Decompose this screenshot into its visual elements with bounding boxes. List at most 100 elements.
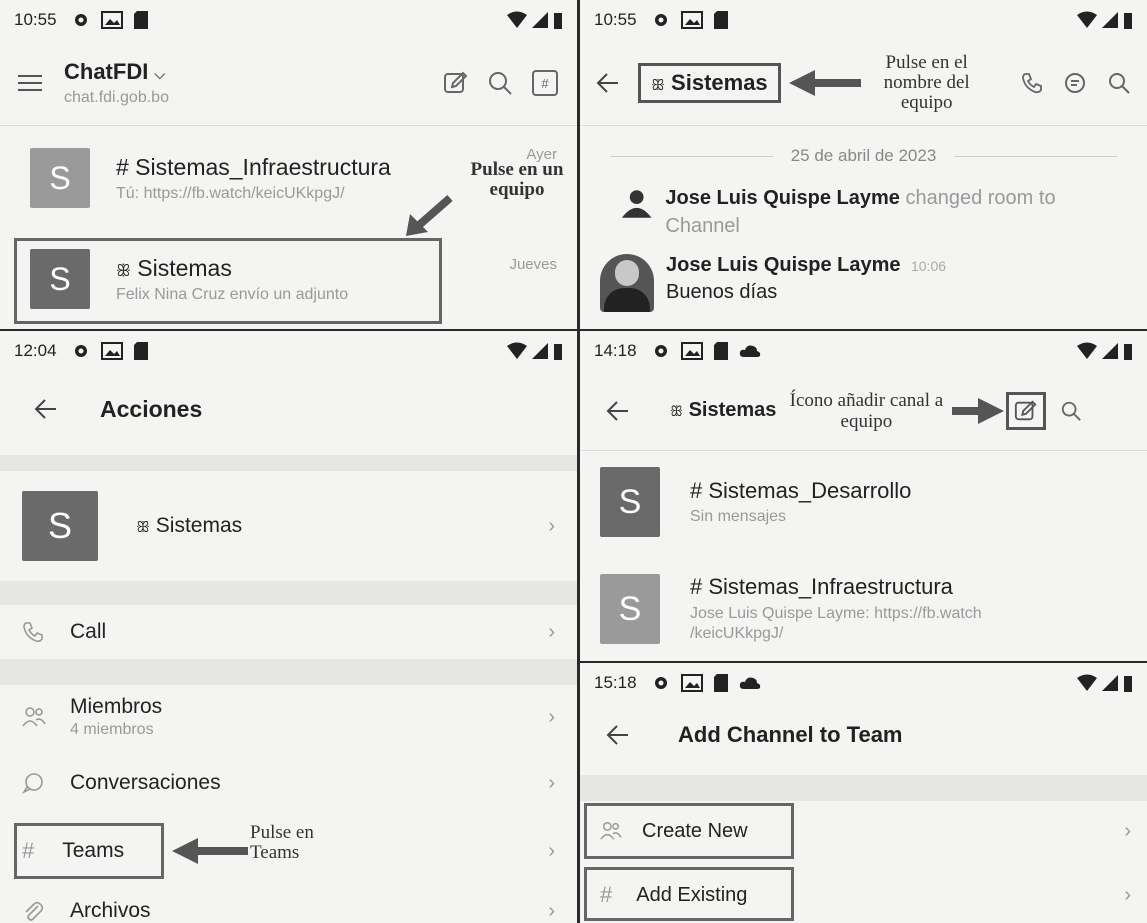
channel-name: Sistemas_Desarrollo — [708, 478, 912, 503]
sd-card-icon — [713, 342, 728, 360]
channel-preview: Jose Luis Quispe Layme: https://fb.watch… — [690, 605, 982, 642]
settings-icon — [654, 677, 667, 689]
add-channel-screen: 15:18 Add Channel to Team Create New › #… — [580, 663, 1147, 923]
sd-card-icon — [713, 11, 728, 29]
action-files[interactable]: Archivos › — [0, 891, 577, 923]
cloud-icon — [739, 345, 760, 357]
highlight-box — [14, 823, 164, 879]
room-title-button[interactable]: ꕥ Sistemas — [638, 62, 781, 103]
team-row[interactable]: S ꕥ Sistemas › — [0, 471, 577, 581]
chat-bubble-icon — [22, 773, 43, 794]
action-label: Call — [70, 620, 107, 643]
team-icon: ꕥ — [136, 519, 150, 536]
cloud-icon — [739, 677, 760, 689]
chat-time: Jueves — [509, 256, 557, 273]
signal-icon — [1102, 675, 1118, 691]
status-time: 12:04 — [14, 341, 57, 360]
app-subtitle: chat.fdi.gob.bo — [64, 88, 169, 106]
gallery-icon — [100, 11, 123, 29]
action-label: Miembros — [70, 695, 163, 718]
action-members[interactable]: Miembros 4 miembros › — [0, 685, 577, 749]
sd-card-icon — [133, 11, 148, 29]
gallery-icon — [680, 11, 703, 29]
gallery-icon — [680, 342, 703, 360]
back-arrow-icon[interactable] — [34, 398, 58, 420]
settings-icon — [654, 345, 667, 357]
status-bar: 15:18 — [580, 663, 1147, 703]
team-name: Sistemas — [155, 514, 243, 537]
team-icon: ꕥ — [651, 76, 665, 94]
edit-icon[interactable] — [443, 70, 469, 96]
search-icon[interactable] — [1060, 400, 1082, 422]
status-bar: 10:55 — [0, 0, 577, 40]
channel-row[interactable]: S # Sistemas_Desarrollo Sin mensajes — [580, 459, 1147, 545]
gallery-icon — [680, 674, 703, 692]
chevron-right-icon: › — [548, 705, 555, 728]
status-time: 15:18 — [594, 673, 637, 692]
app-bar: ChatFDI ⌵ chat.fdi.gob.bo # — [0, 40, 577, 126]
arrow-annotation-icon — [406, 194, 453, 236]
svg-text:#: # — [541, 76, 549, 91]
arrow-annotation-icon — [172, 838, 248, 864]
status-bar: 12:04 — [0, 331, 577, 371]
team-title-button[interactable]: ꕥ Sistemas — [670, 399, 776, 422]
date-divider: 25 de abril de 2023 — [610, 146, 1117, 166]
action-conversations[interactable]: Conversaciones › — [0, 755, 577, 811]
room-screen: 10:55 ꕥ Sistemas Pulse en el nombre del … — [580, 0, 1147, 329]
channel-row[interactable]: S # Sistemas_Infraestructura Jose Luis Q… — [580, 563, 1147, 655]
action-call[interactable]: Call › — [0, 605, 577, 659]
signal-icon — [532, 343, 548, 359]
app-bar: Add Channel to Team — [580, 703, 1147, 767]
phone-icon — [23, 622, 43, 643]
page-title: Sistemas — [688, 399, 777, 421]
chevron-right-icon: › — [548, 620, 555, 643]
avatar: S — [600, 574, 660, 644]
action-label: Archivos — [70, 899, 151, 922]
menu-icon[interactable] — [18, 72, 44, 94]
back-arrow-icon[interactable] — [596, 72, 620, 94]
app-title: ChatFDI — [64, 58, 149, 84]
add-channel-button[interactable] — [1006, 391, 1047, 430]
chevron-right-icon: › — [548, 899, 555, 922]
directory-icon[interactable]: # — [531, 69, 559, 97]
divider — [0, 455, 577, 471]
actions-screen: 12:04 Acciones S ꕥ Sistemas › Call › Mie… — [0, 331, 577, 923]
status-bar: 10:55 — [580, 0, 1147, 40]
search-icon[interactable] — [487, 70, 513, 96]
sd-card-icon — [133, 342, 148, 360]
page-title: Add Channel to Team — [678, 722, 903, 747]
message-author: Jose Luis Quispe Layme — [666, 254, 901, 276]
private-channel-icon: # — [690, 478, 703, 503]
members-icon — [22, 707, 46, 727]
highlight-box — [14, 238, 442, 324]
app-bar: ꕥ Sistemas Pulse en el nombre del equipo — [580, 40, 1147, 126]
battery-icon — [1124, 344, 1132, 360]
status-bar: 14:18 — [580, 331, 1147, 371]
back-arrow-icon[interactable] — [606, 724, 630, 746]
system-message: Jose Luis Quispe Layme changed room to C… — [620, 184, 1127, 240]
battery-icon — [1124, 13, 1132, 29]
divider — [0, 581, 577, 605]
gallery-icon — [100, 342, 123, 360]
search-icon[interactable] — [1107, 71, 1131, 95]
wifi-icon — [507, 11, 527, 28]
status-time: 10:55 — [594, 10, 637, 29]
team-channels-screen: 14:18 ꕥ Sistemas Ícono añadir canal a eq… — [580, 331, 1147, 661]
workspace-switcher[interactable]: ChatFDI ⌵ chat.fdi.gob.bo — [64, 59, 169, 107]
threads-icon[interactable] — [1063, 71, 1087, 95]
phone-icon[interactable] — [1021, 72, 1043, 94]
arrow-annotation-icon — [788, 69, 861, 96]
back-arrow-icon[interactable] — [606, 400, 630, 422]
annotation-pulse-nombre: Pulse en el nombre del equipo — [883, 51, 970, 113]
app-bar: Acciones — [0, 371, 577, 447]
message-text: Buenos días — [666, 281, 778, 303]
wifi-icon — [507, 342, 527, 359]
edit-icon — [1015, 399, 1037, 420]
signal-icon — [1102, 343, 1118, 359]
divider — [0, 659, 577, 685]
battery-icon — [1124, 676, 1132, 692]
action-sublabel: 4 miembros — [70, 721, 154, 738]
app-bar: ꕥ Sistemas Ícono añadir canal a equipo — [580, 371, 1147, 451]
wifi-icon — [1077, 674, 1097, 691]
avatar — [621, 190, 652, 218]
